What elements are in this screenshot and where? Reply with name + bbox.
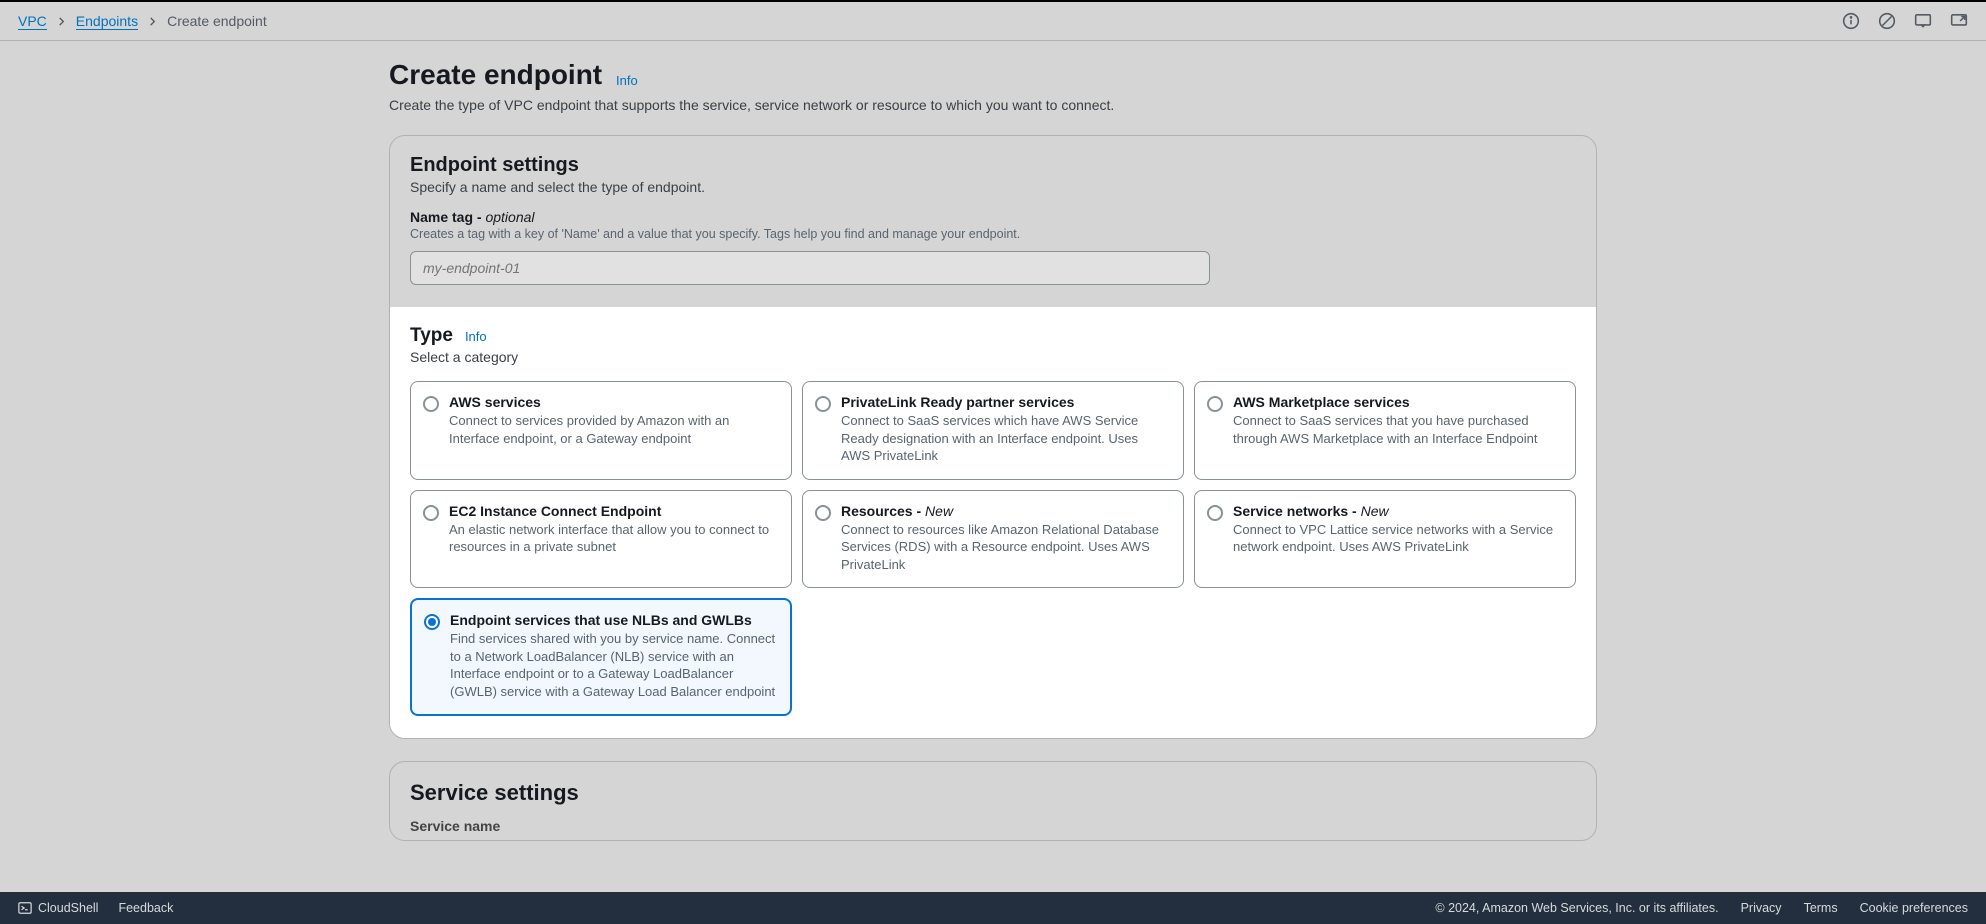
name-tag-label: Name tag - [410,209,485,225]
stop-icon[interactable] [1878,12,1896,30]
chevron-right-icon [57,13,66,29]
endpoint-settings-sub: Specify a name and select the type of en… [410,179,1576,195]
cloudshell-button[interactable]: CloudShell [18,901,98,915]
radio-icon [1207,505,1223,521]
type-option-1[interactable]: PrivateLink Ready partner services Connec… [802,381,1184,480]
type-options-grid: AWS services Connect to services provided… [410,381,1576,716]
type-option-title: AWS Marketplace services [1233,394,1561,410]
new-badge: New [1361,503,1389,519]
name-tag-input[interactable] [410,251,1210,285]
type-option-6[interactable]: Endpoint services that use NLBs and GWLB… [410,598,792,716]
type-option-desc: An elastic network interface that allow … [449,521,777,556]
type-option-title: Endpoint services that use NLBs and GWLB… [450,612,776,628]
radio-icon [815,396,831,412]
type-heading: Type [410,325,453,347]
name-tag-help: Creates a tag with a key of 'Name' and a… [410,227,1576,241]
endpoint-settings-heading: Endpoint settings [410,154,1576,177]
header-actions [1842,12,1968,30]
page-description: Create the type of VPC endpoint that sup… [389,97,1597,113]
type-option-title: EC2 Instance Connect Endpoint [449,503,777,519]
breadcrumb-link-endpoints[interactable]: Endpoints [76,13,138,30]
type-sub: Select a category [410,349,1576,365]
type-option-desc: Connect to services provided by Amazon w… [449,412,777,447]
type-option-4[interactable]: Resources - New Connect to resources like… [802,490,1184,589]
terms-link[interactable]: Terms [1804,901,1838,915]
type-info-link[interactable]: Info [465,329,487,344]
radio-icon [1207,396,1223,412]
screen-expand-icon[interactable] [1950,12,1968,30]
service-name-label: Service name [410,818,1576,834]
type-option-title: Resources - New [841,503,1169,519]
breadcrumb: VPC Endpoints Create endpoint [18,13,267,30]
name-tag-optional: optional [485,209,534,225]
breadcrumb-current: Create endpoint [167,13,267,29]
type-option-desc: Connect to SaaS services that you have p… [1233,412,1561,447]
type-option-title: AWS services [449,394,777,410]
cloudshell-label: CloudShell [38,901,98,915]
radio-icon [423,505,439,521]
info-link[interactable]: Info [616,73,638,88]
type-option-title: Service networks - New [1233,503,1561,519]
main-content: Create endpoint Info Create the type of … [373,41,1613,841]
breadcrumb-link-vpc[interactable]: VPC [18,13,47,30]
type-option-0[interactable]: AWS services Connect to services provided… [410,381,792,480]
service-settings-panel: Service settings Service name [389,761,1597,841]
header-bar: VPC Endpoints Create endpoint [0,2,1986,41]
type-option-desc: Connect to resources like Amazon Relatio… [841,521,1169,574]
type-option-desc: Connect to SaaS services which have AWS … [841,412,1169,465]
service-settings-heading: Service settings [410,780,1576,806]
radio-icon [815,505,831,521]
endpoint-settings-panel: Endpoint settings Specify a name and sel… [389,135,1597,739]
radio-icon [424,614,440,630]
new-badge: New [925,503,953,519]
info-icon[interactable] [1842,12,1860,30]
type-option-desc: Find services shared with you by service… [450,630,776,700]
name-tag-field: Name tag - optional Creates a tag with a… [410,209,1576,285]
type-option-3[interactable]: EC2 Instance Connect Endpoint An elastic … [410,490,792,589]
page-header: Create endpoint Info Create the type of … [389,59,1597,113]
type-option-5[interactable]: Service networks - New Connect to VPC Lat… [1194,490,1576,589]
feedback-link[interactable]: Feedback [118,901,173,915]
type-option-title: PrivateLink Ready partner services [841,394,1169,410]
cookie-preferences-link[interactable]: Cookie preferences [1860,901,1968,915]
footer-bar: CloudShell Feedback © 2024, Amazon Web S… [0,892,1986,924]
screen-down-icon[interactable] [1914,12,1932,30]
type-option-desc: Connect to VPC Lattice service networks … [1233,521,1561,556]
radio-icon [423,396,439,412]
copyright-text: © 2024, Amazon Web Services, Inc. or its… [1435,901,1718,915]
page-title: Create endpoint [389,59,602,90]
type-section: Type Info Select a category AWS services… [390,307,1596,738]
chevron-right-icon [148,13,157,29]
privacy-link[interactable]: Privacy [1741,901,1782,915]
type-option-2[interactable]: AWS Marketplace services Connect to SaaS … [1194,381,1576,480]
